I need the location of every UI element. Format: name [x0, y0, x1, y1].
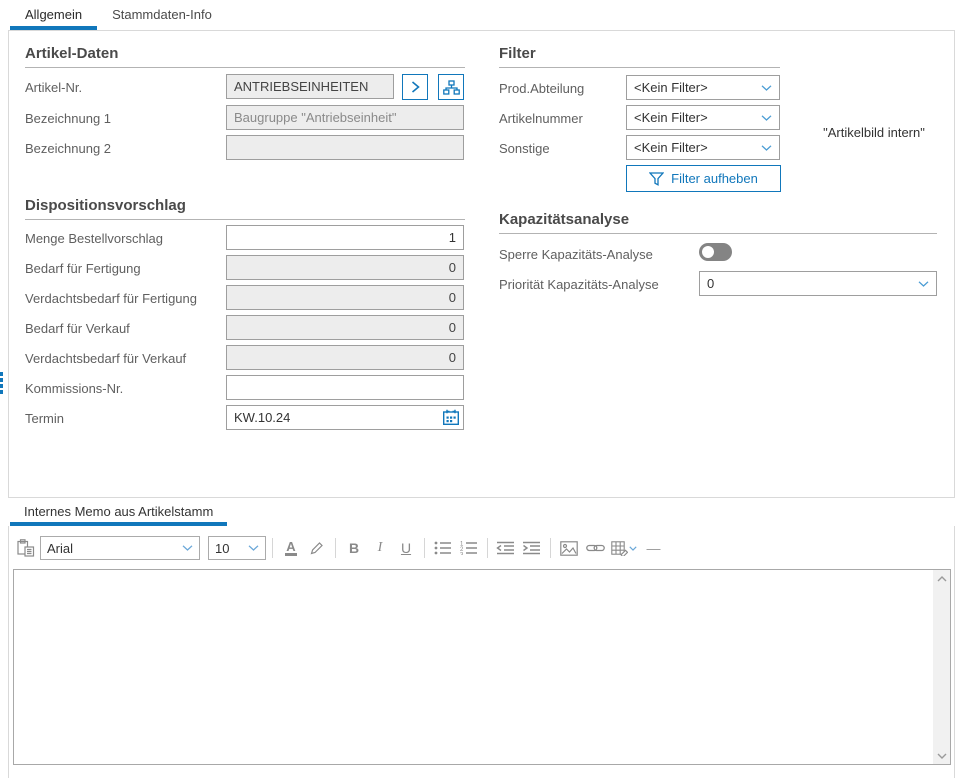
section-heading-artikel-daten: Artikel-Daten — [25, 45, 465, 68]
tab-allgemein[interactable]: Allgemein — [10, 0, 97, 30]
bedarf-fertigung-label: Bedarf für Fertigung — [25, 261, 141, 276]
font-family-select[interactable]: Arial — [40, 536, 200, 560]
chevron-down-icon — [918, 281, 929, 287]
chevron-down-icon — [629, 546, 637, 551]
verdachtsbedarf-verkauf-label: Verdachtsbedarf für Verkauf — [25, 351, 186, 366]
bezeichnung-2-label: Bezeichnung 2 — [25, 141, 111, 156]
horizontal-rule-button[interactable]: — — [641, 536, 665, 560]
bedarf-fertigung-input[interactable] — [226, 255, 464, 280]
bedarf-verkauf-label: Bedarf für Verkauf — [25, 321, 130, 336]
artikel-nr-label: Artikel-Nr. — [25, 80, 82, 95]
termin-label: Termin — [25, 411, 64, 426]
memo-scrollbar[interactable] — [933, 570, 950, 764]
verdachtsbedarf-verkauf-input[interactable] — [226, 345, 464, 370]
prioritaet-value: 0 — [707, 276, 918, 291]
artikelnummer-select[interactable]: <Kein Filter> — [626, 105, 780, 130]
memo-editor[interactable] — [14, 570, 933, 764]
filter-aufheben-button[interactable]: Filter aufheben — [626, 165, 781, 192]
toolbar-divider — [550, 538, 551, 558]
tab-bar: Allgemein Stammdaten-Info — [10, 0, 227, 30]
kommissions-nr-label: Kommissions-Nr. — [25, 381, 123, 396]
insert-image-button[interactable] — [557, 536, 581, 560]
termin-input[interactable] — [226, 405, 464, 430]
artikel-nr-input[interactable] — [226, 74, 394, 99]
indent-button[interactable] — [520, 536, 544, 560]
chevron-down-icon — [182, 545, 193, 551]
insert-link-button[interactable] — [583, 536, 607, 560]
prod-abteilung-label: Prod.Abteilung — [499, 81, 584, 96]
toolbar-divider — [335, 538, 336, 558]
toolbar-divider — [424, 538, 425, 558]
toggle-knob — [702, 246, 714, 258]
tab-internes-memo[interactable]: Internes Memo aus Artikelstamm — [10, 501, 227, 526]
bullet-list-button[interactable] — [431, 536, 455, 560]
memo-textbox — [13, 569, 951, 765]
numbered-list-button[interactable]: 123 — [457, 536, 481, 560]
menge-bestellvorschlag-label: Menge Bestellvorschlag — [25, 231, 163, 246]
verdachtsbedarf-fertigung-label: Verdachtsbedarf für Fertigung — [25, 291, 197, 306]
bezeichnung-1-label: Bezeichnung 1 — [25, 111, 111, 126]
open-artikel-button[interactable] — [402, 74, 428, 100]
termin-field — [226, 405, 464, 430]
sonstige-value: <Kein Filter> — [634, 140, 761, 155]
font-color-button[interactable]: A — [279, 536, 303, 560]
font-size-select[interactable]: 10 — [208, 536, 266, 560]
prioritaet-kapazitaets-analyse-select[interactable]: 0 — [699, 271, 937, 296]
bold-button[interactable]: B — [342, 536, 366, 560]
calendar-icon[interactable] — [442, 409, 460, 426]
scroll-down-icon[interactable] — [933, 747, 950, 764]
menge-bestellvorschlag-input[interactable] — [226, 225, 464, 250]
highlight-pen-button[interactable] — [305, 536, 329, 560]
chevron-right-icon — [410, 81, 421, 93]
outdent-button[interactable] — [494, 536, 518, 560]
bedarf-verkauf-input[interactable] — [226, 315, 464, 340]
chevron-down-icon — [761, 145, 772, 151]
font-family-value: Arial — [47, 541, 182, 556]
main-form-panel: Artikel-Daten Artikel-Nr. Bezeichnung 1 … — [8, 30, 955, 498]
insert-table-button[interactable] — [609, 536, 639, 560]
funnel-icon — [649, 172, 664, 186]
verdachtsbedarf-fertigung-input[interactable] — [226, 285, 464, 310]
paste-icon[interactable] — [14, 536, 38, 560]
sperre-kapazitaets-analyse-toggle[interactable] — [699, 243, 732, 261]
sperre-kapazitaets-analyse-label: Sperre Kapazitäts-Analyse — [499, 247, 653, 262]
toolbar-divider — [487, 538, 488, 558]
chevron-down-icon — [761, 85, 772, 91]
chevron-down-icon — [761, 115, 772, 121]
bezeichnung-2-input[interactable] — [226, 135, 464, 160]
section-heading-kapazitaetsanalyse: Kapazitätsanalyse — [499, 211, 937, 234]
section-heading-filter: Filter — [499, 45, 780, 68]
artikelnummer-label: Artikelnummer — [499, 111, 583, 126]
artikelnummer-value: <Kein Filter> — [634, 110, 761, 125]
memo-panel: Arial 10 A B I U — [8, 526, 955, 778]
prod-abteilung-select[interactable]: <Kein Filter> — [626, 75, 780, 100]
sonstige-select[interactable]: <Kein Filter> — [626, 135, 780, 160]
pencil-icon — [309, 540, 325, 556]
kommissions-nr-input[interactable] — [226, 375, 464, 400]
font-size-value: 10 — [215, 541, 248, 556]
underline-button[interactable]: U — [394, 536, 418, 560]
prod-abteilung-value: <Kein Filter> — [634, 80, 761, 95]
memo-toolbar: Arial 10 A B I U — [14, 535, 665, 561]
font-color-icon: A — [285, 540, 296, 556]
section-heading-dispositionsvorschlag: Dispositionsvorschlag — [25, 197, 465, 220]
italic-button[interactable]: I — [368, 536, 392, 560]
scroll-up-icon[interactable] — [933, 570, 950, 587]
tab-stammdaten-info[interactable]: Stammdaten-Info — [97, 0, 227, 30]
splitter-drag-handle[interactable] — [0, 372, 3, 394]
toolbar-divider — [272, 538, 273, 558]
filter-aufheben-label: Filter aufheben — [671, 171, 758, 186]
sonstige-label: Sonstige — [499, 141, 550, 156]
artikelbild-caption: "Artikelbild intern" — [791, 125, 957, 140]
chevron-down-icon — [248, 545, 259, 551]
sitemap-icon — [443, 80, 460, 95]
hierarchy-button[interactable] — [438, 74, 464, 100]
bezeichnung-1-input[interactable] — [226, 105, 464, 130]
svg-text:3: 3 — [460, 553, 464, 556]
prioritaet-kapazitaets-analyse-label: Priorität Kapazitäts-Analyse — [499, 277, 659, 292]
